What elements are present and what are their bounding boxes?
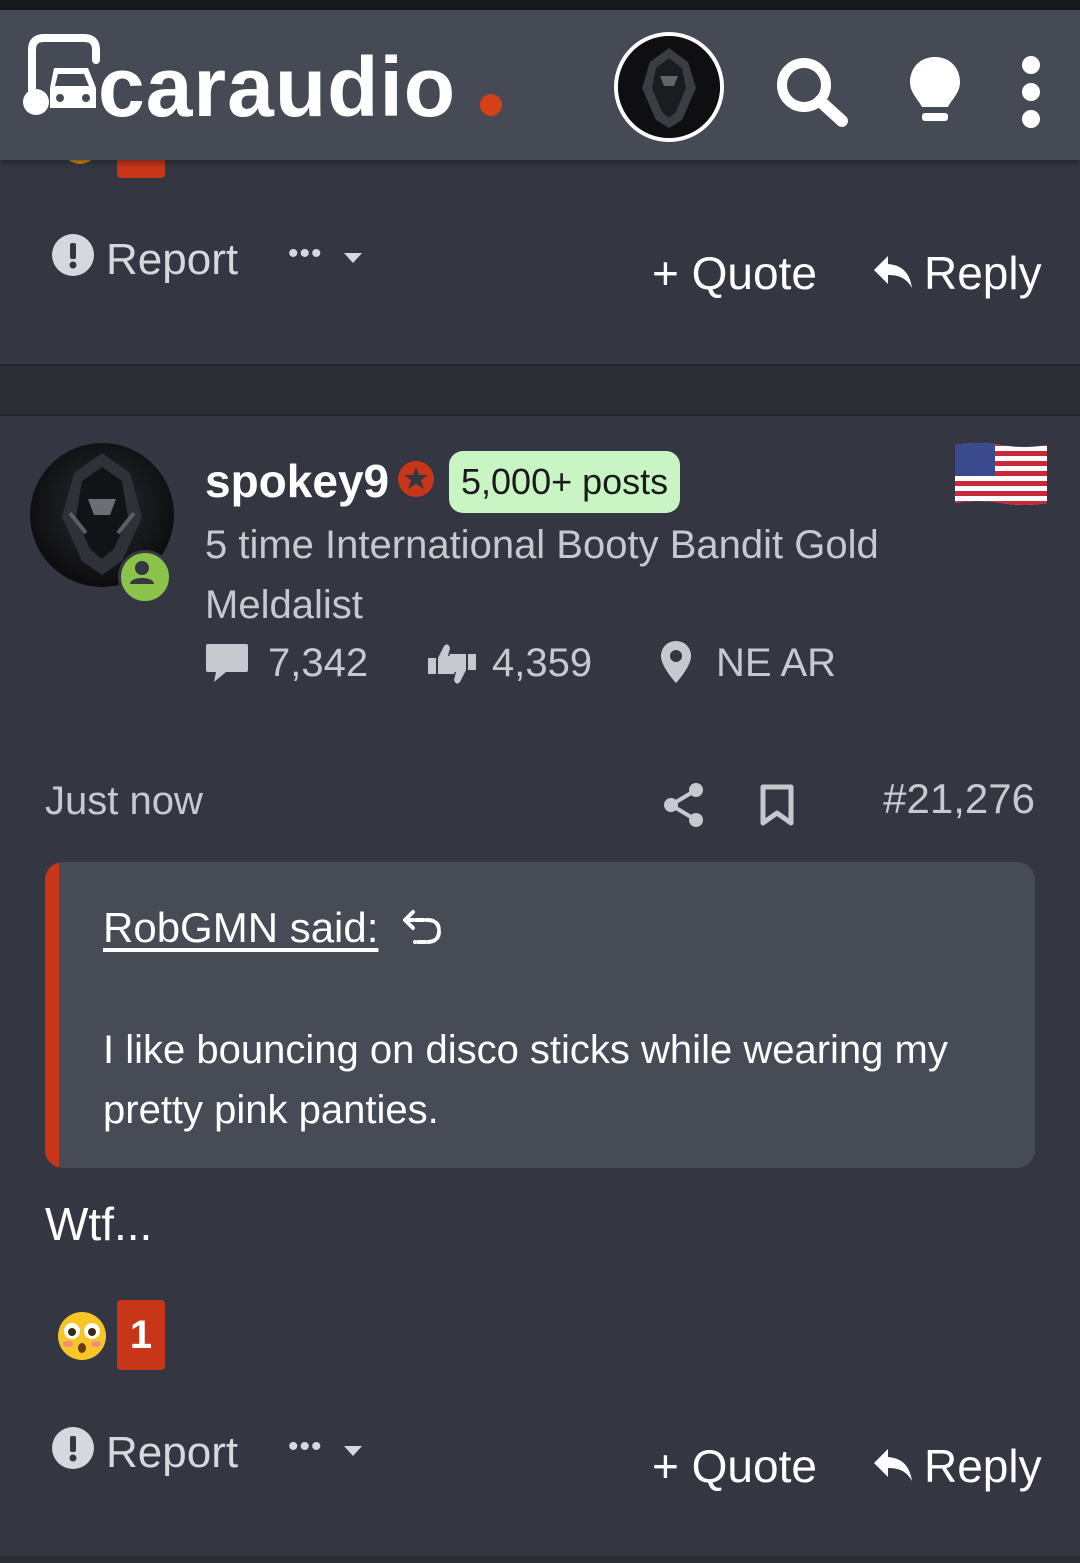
flushed-face-emoji-icon[interactable]: [57, 1311, 107, 1366]
more-vertical-icon[interactable]: [1018, 54, 1044, 135]
quote-block: RobGMN said: I like bouncing on disco st…: [45, 862, 1035, 1168]
share-icon[interactable]: [662, 782, 706, 833]
logo-wordmark[interactable]: caraudio: [98, 32, 456, 142]
reaction-score-count: 4,359: [492, 641, 593, 685]
reply-button[interactable]: Reply: [872, 1441, 1042, 1493]
posts-count-badge: 5,000+ posts: [449, 451, 681, 513]
location-text: NE AR: [716, 641, 837, 685]
alert-icon: [52, 1427, 94, 1469]
quote-accent-bar: [45, 862, 59, 1168]
post-bottom-border: [0, 1556, 1080, 1563]
reaction-score-stat[interactable]: 4,359: [424, 640, 604, 690]
quote-text: I like bouncing on disco sticks while we…: [103, 1028, 948, 1132]
alert-icon: [52, 234, 94, 276]
more-dots-label: •••: [288, 237, 323, 270]
chevron-down-icon: [344, 1446, 362, 1456]
post-time[interactable]: Just now: [45, 778, 203, 824]
quote-author-link[interactable]: RobGMN said:: [103, 904, 378, 952]
go-to-quoted-icon[interactable]: [403, 906, 443, 951]
user-title: 5 time International Booty Bandit Gold M…: [205, 523, 879, 627]
more-actions-menu[interactable]: •••: [288, 237, 368, 275]
report-label: Report: [106, 1428, 239, 1477]
reply-arrow-icon: [874, 1449, 912, 1481]
messages-count: 7,342: [268, 641, 369, 685]
messages-stat[interactable]: 7,342: [204, 640, 384, 690]
logo-icon[interactable]: [22, 30, 102, 125]
report-label: Report: [106, 235, 239, 284]
cobra-avatar-icon: [618, 36, 720, 138]
more-dots-label: •••: [288, 1430, 323, 1463]
thumbs-up-down-icon: [428, 644, 476, 684]
reply-arrow-icon: [874, 256, 912, 288]
username-link[interactable]: spokey9: [205, 455, 389, 507]
reply-button[interactable]: Reply: [872, 248, 1042, 300]
post-body-text: Wtf...: [45, 1198, 153, 1250]
quote-button[interactable]: + Quote: [652, 1443, 817, 1489]
staff-star-icon: [398, 461, 434, 497]
more-actions-menu[interactable]: •••: [288, 1430, 368, 1468]
post-separator: [0, 364, 1080, 416]
reply-label: Reply: [924, 1440, 1042, 1492]
chevron-down-icon: [344, 253, 362, 263]
post-number-link[interactable]: #21,276: [883, 776, 1035, 822]
status-bar: [0, 0, 1080, 10]
quote-button[interactable]: + Quote: [652, 250, 817, 296]
logo-dot: [480, 94, 502, 116]
location-stat[interactable]: NE AR: [660, 640, 860, 690]
bookmark-icon[interactable]: [760, 784, 794, 831]
reaction-count-badge[interactable]: 1: [117, 1300, 165, 1370]
site-header: caraudio: [0, 10, 1080, 160]
us-flag-icon: [955, 441, 1047, 512]
lightbulb-icon[interactable]: [908, 55, 962, 140]
map-pin-icon: [661, 641, 691, 683]
reply-label: Reply: [924, 247, 1042, 299]
search-icon[interactable]: [772, 55, 852, 132]
message-bubble-icon: [206, 644, 248, 682]
account-avatar[interactable]: [614, 32, 724, 142]
online-status-icon: [118, 550, 172, 604]
